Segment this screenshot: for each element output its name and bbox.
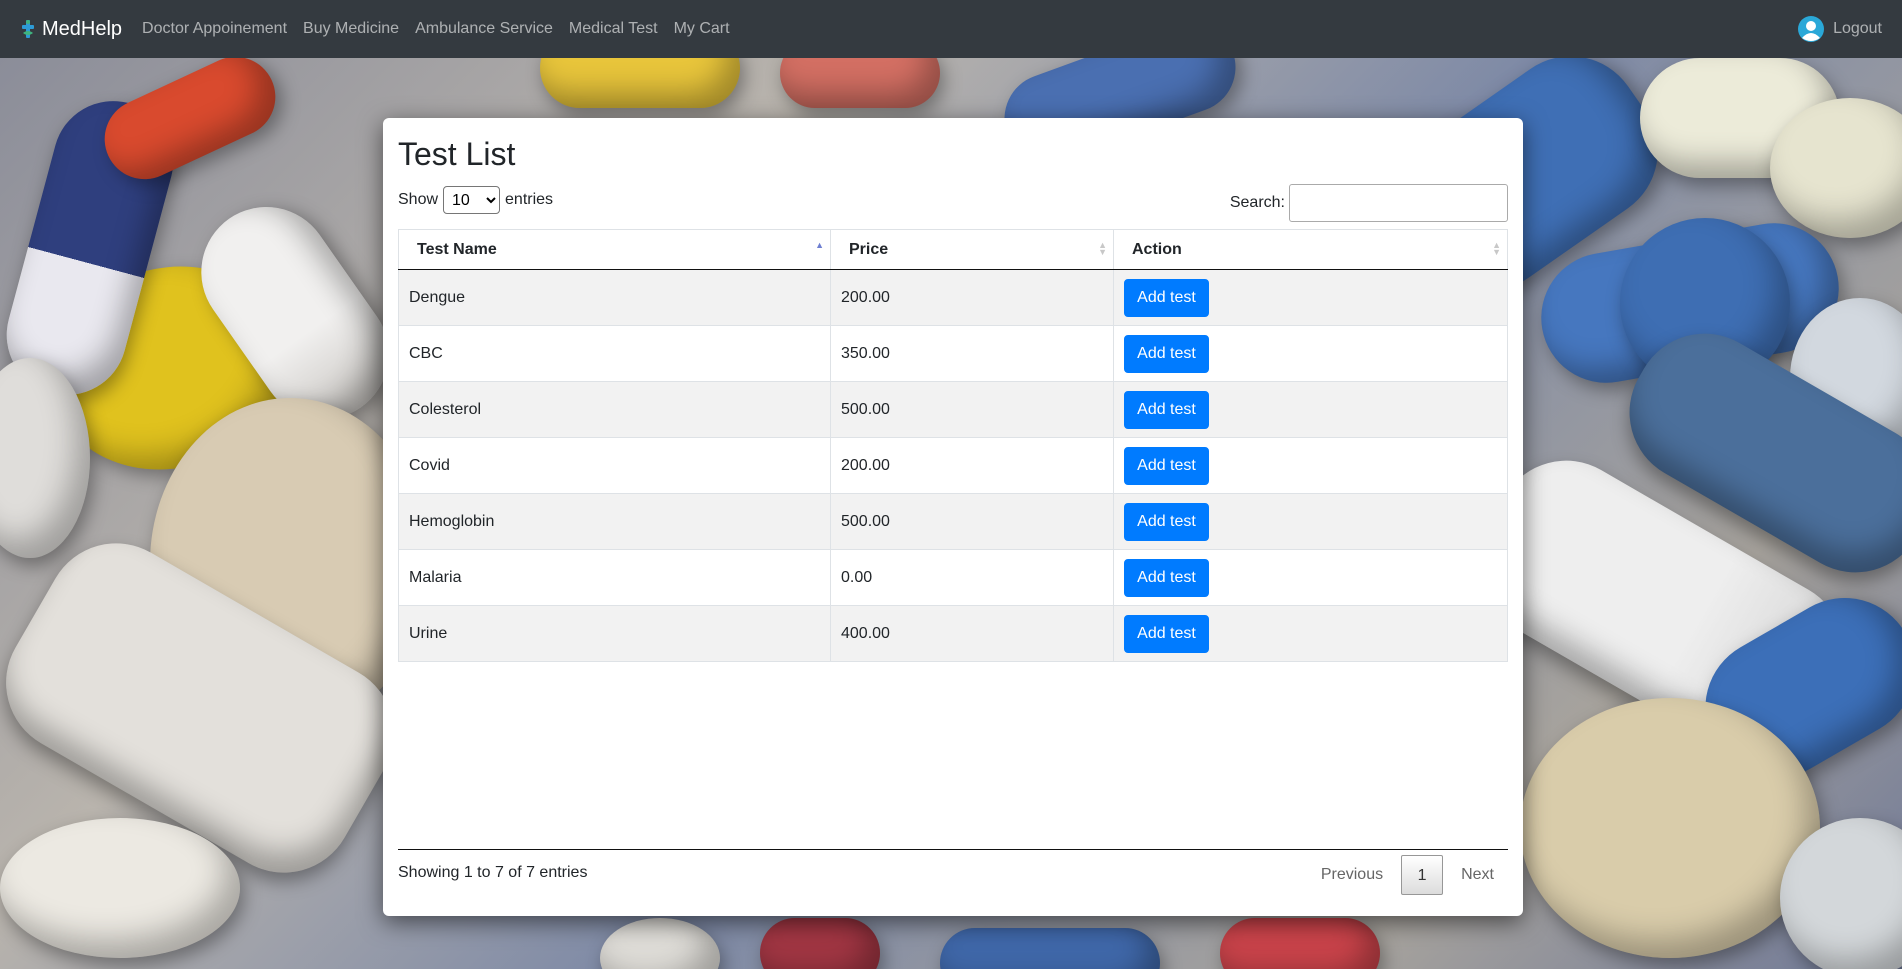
table-row: Covid 200.00 Add test [398, 437, 1508, 494]
entries-label: entries [505, 191, 554, 208]
price-cell: 500.00 [830, 493, 1114, 550]
test-name-cell: Colesterol [398, 381, 831, 438]
column-header-price[interactable]: Price ▲ ▼ [830, 229, 1114, 270]
column-header-action[interactable]: Action ▲ ▼ [1113, 229, 1508, 270]
table-row: CBC 350.00 Add test [398, 325, 1508, 382]
search-input[interactable] [1289, 184, 1508, 222]
test-name-cell: CBC [398, 325, 831, 382]
table-row: Dengue 200.00 Add test [398, 269, 1508, 326]
header-label: Test Name [417, 240, 497, 258]
test-name-cell: Hemoglobin [398, 493, 831, 550]
header-label: Action [1132, 240, 1182, 258]
nav-buy-medicine[interactable]: Buy Medicine [295, 20, 407, 38]
brand-link[interactable]: MedHelp [20, 18, 122, 41]
action-cell: Add test [1113, 269, 1508, 326]
table-row: Urine 400.00 Add test [398, 605, 1508, 662]
table-row: Colesterol 500.00 Add test [398, 381, 1508, 438]
top-navbar: MedHelp Doctor Appoinement Buy Medicine … [0, 0, 1902, 58]
add-test-button[interactable]: Add test [1124, 614, 1209, 653]
add-test-button[interactable]: Add test [1124, 278, 1209, 317]
logout-label: Logout [1833, 20, 1882, 37]
price-cell: 500.00 [830, 381, 1114, 438]
test-name-cell: Malaria [398, 549, 831, 606]
price-cell: 0.00 [830, 549, 1114, 606]
sort-ascending-icon: ▲ [815, 240, 824, 250]
page-length-select[interactable]: 10 [443, 186, 501, 214]
table-info: Showing 1 to 7 of 7 entries [398, 864, 588, 881]
price-cell: 350.00 [830, 325, 1114, 382]
show-label: Show [398, 191, 439, 208]
test-name-cell: Dengue [398, 269, 831, 326]
page-length-control: Show 10 entries [398, 186, 553, 214]
test-name-cell: Covid [398, 437, 831, 494]
medical-logo-icon [22, 20, 34, 38]
price-cell: 200.00 [830, 437, 1114, 494]
search-label: Search: [1229, 194, 1285, 211]
action-cell: Add test [1113, 549, 1508, 606]
page-1-button[interactable]: 1 [1401, 855, 1444, 895]
table-footer-divider [398, 849, 1508, 850]
nav-my-cart[interactable]: My Cart [666, 20, 738, 38]
test-list-card: Test List Show 10 entries Search: Test N… [383, 118, 1523, 916]
brand-name: MedHelp [42, 17, 123, 40]
nav-ambulance-service[interactable]: Ambulance Service [407, 20, 561, 38]
column-header-test-name[interactable]: Test Name ▲ [398, 229, 831, 270]
nav-doctor-appointment[interactable]: Doctor Appoinement [134, 20, 295, 38]
add-test-button[interactable]: Add test [1124, 446, 1209, 485]
search-control: Search: [1230, 184, 1508, 222]
test-table: Test Name ▲ Price ▲ ▼ Action ▲ ▼ Dengue 20… [398, 229, 1508, 662]
price-cell: 200.00 [830, 269, 1114, 326]
add-test-button[interactable]: Add test [1124, 390, 1209, 429]
action-cell: Add test [1113, 437, 1508, 494]
next-button[interactable]: Next [1447, 855, 1508, 895]
action-cell: Add test [1113, 381, 1508, 438]
sort-icon: ▲ ▼ [1098, 240, 1107, 257]
table-row: Malaria 0.00 Add test [398, 549, 1508, 606]
add-test-button[interactable]: Add test [1124, 502, 1209, 541]
add-test-button[interactable]: Add test [1124, 558, 1209, 597]
user-avatar-icon [1798, 16, 1825, 42]
action-cell: Add test [1113, 493, 1508, 550]
logout-link[interactable]: Logout [1798, 0, 1882, 58]
add-test-button[interactable]: Add test [1124, 334, 1209, 373]
table-row: Hemoglobin 500.00 Add test [398, 493, 1508, 550]
previous-button[interactable]: Previous [1307, 855, 1397, 895]
price-cell: 400.00 [830, 605, 1114, 662]
table-header-row: Test Name ▲ Price ▲ ▼ Action ▲ ▼ [398, 229, 1508, 270]
pagination: Previous 1 Next [1307, 855, 1508, 895]
test-name-cell: Urine [398, 605, 831, 662]
sort-icon: ▲ ▼ [1492, 240, 1501, 257]
action-cell: Add test [1113, 325, 1508, 382]
header-label: Price [849, 240, 889, 258]
page-title: Test List [398, 136, 516, 172]
nav-medical-test[interactable]: Medical Test [561, 20, 666, 38]
action-cell: Add test [1113, 605, 1508, 662]
